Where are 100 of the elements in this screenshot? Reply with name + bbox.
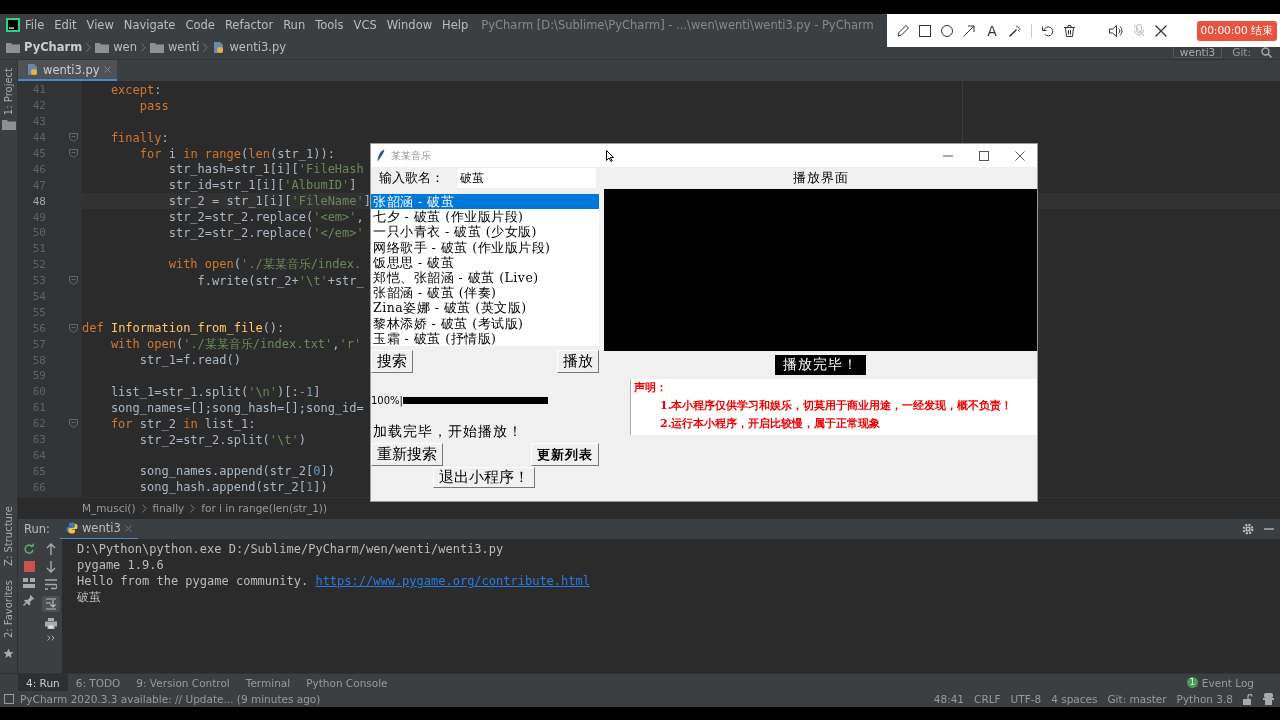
song-list-item[interactable]: 饭思思 - 破茧 bbox=[371, 254, 599, 270]
status-message[interactable]: PyCharm 2020.3.3 available: // Update... (9 minutes ago) bbox=[20, 693, 321, 705]
code-line: list_1=str_1.split('\n')[:-1] bbox=[109, 384, 321, 399]
menu-item[interactable]: Refactor bbox=[219, 17, 279, 32]
python-file-icon bbox=[26, 63, 39, 76]
code-line: song_hash.append(str_2[1]) bbox=[138, 480, 328, 495]
song-list-item[interactable]: 一只小青衣 - 破茧 (少女版) bbox=[371, 224, 599, 240]
chevron-icon bbox=[86, 42, 92, 52]
tool-window-tab[interactable]: Terminal bbox=[237, 673, 299, 692]
status-item[interactable]: Python 3.8 bbox=[1176, 693, 1233, 705]
breadcrumb[interactable]: M_musci() bbox=[82, 502, 136, 514]
song-list-item[interactable]: 七夕 - 破茧 (作业版片段) bbox=[371, 209, 599, 225]
menu-item[interactable]: VCS bbox=[348, 17, 382, 32]
rectangle-icon[interactable] bbox=[919, 24, 931, 37]
player-title: 播放界面 bbox=[791, 169, 850, 187]
chevron-icon bbox=[141, 503, 147, 513]
breadcrumb[interactable]: for i in range(len(str_1)) bbox=[201, 502, 328, 514]
print-icon[interactable] bbox=[45, 618, 57, 629]
speaker-icon[interactable] bbox=[1109, 24, 1123, 37]
status-item[interactable]: 4 spaces bbox=[1051, 693, 1098, 705]
tool-window-tab[interactable]: 1: Project bbox=[3, 68, 14, 116]
code-line: str_id=str_1[i]['AlbumID'] bbox=[167, 178, 357, 193]
feather-icon bbox=[377, 149, 385, 162]
code-line: str_1=f.read() bbox=[138, 353, 241, 368]
layout-icon[interactable] bbox=[23, 578, 35, 588]
code-line: song_names=[];song_hash=[];song_id= bbox=[109, 400, 364, 415]
path-crumb[interactable]: wenti bbox=[167, 40, 200, 54]
search-button[interactable]: 搜索 bbox=[371, 350, 413, 373]
stop-recording-button[interactable]: 00:00:00 结束 bbox=[1196, 20, 1277, 41]
code-line: with open('./某某音乐/index. bbox=[167, 256, 362, 274]
tool-window-tab[interactable]: Python Console bbox=[298, 673, 396, 692]
breadcrumb[interactable]: finally bbox=[152, 502, 185, 514]
search-again-button[interactable]: 重新搜索 bbox=[371, 443, 443, 466]
code-line: str_2=str_2.replace('<em>', bbox=[167, 210, 364, 225]
circle-icon[interactable] bbox=[941, 24, 953, 37]
tool-window-tab[interactable]: 9: Version Control bbox=[128, 673, 238, 692]
rerun-icon[interactable] bbox=[23, 543, 35, 555]
line-number: 48 bbox=[31, 194, 46, 208]
tool-window-tab[interactable]: 6: TODO bbox=[67, 673, 129, 692]
refresh-list-button[interactable]: 更新列表 bbox=[531, 443, 599, 466]
path-crumb[interactable]: PyCharm bbox=[24, 40, 83, 54]
menu-item[interactable]: File bbox=[20, 17, 50, 32]
trash-icon[interactable] bbox=[1064, 24, 1075, 37]
maximize-icon[interactable] bbox=[979, 150, 989, 161]
song-list-item[interactable]: Zina姿娜 - 破茧 (英文版) bbox=[371, 300, 599, 316]
status-item[interactable]: Git: master bbox=[1107, 693, 1167, 705]
folder-icon bbox=[6, 41, 20, 53]
console-line: pygame 1.9.6 bbox=[77, 557, 165, 573]
pin-icon[interactable] bbox=[23, 594, 35, 606]
arrow-icon[interactable] bbox=[963, 24, 975, 37]
app-logo-icon bbox=[6, 17, 20, 32]
magic-wand-icon[interactable] bbox=[1009, 24, 1021, 37]
tool-window-tab[interactable]: 2: Favorites bbox=[3, 579, 14, 638]
menu-item[interactable]: Navigate bbox=[118, 17, 181, 32]
quit-button[interactable]: 退出小程序！ bbox=[433, 467, 535, 488]
play-button[interactable]: 播放 bbox=[557, 350, 599, 373]
console-line: Hello from the pygame community. https://www.pygame.org/contribute.html bbox=[77, 573, 590, 589]
soft-wrap-icon[interactable] bbox=[45, 579, 57, 590]
pencil-icon[interactable] bbox=[897, 24, 909, 37]
star-icon bbox=[3, 648, 14, 659]
path-crumb[interactable]: wen bbox=[113, 40, 137, 54]
stop-icon[interactable] bbox=[23, 561, 35, 572]
event-log-button[interactable]: 1 Event Log bbox=[1180, 675, 1260, 690]
song-list-item[interactable]: 玉霜 - 破茧 (抒情版) bbox=[371, 330, 599, 346]
menu-item[interactable]: Run bbox=[278, 17, 311, 32]
undo-icon[interactable] bbox=[1042, 24, 1054, 37]
path-crumb[interactable]: wenti3.py bbox=[229, 40, 286, 54]
close-icon[interactable] bbox=[1155, 24, 1167, 37]
song-list-item[interactable]: 张韶涵 - 破茧 bbox=[371, 194, 599, 210]
code-line: str_hash=str_1[i]['FileHash bbox=[167, 162, 364, 177]
menu-item[interactable]: Help bbox=[437, 17, 474, 32]
file-tab[interactable]: wenti3.py bbox=[18, 60, 117, 81]
scroll-to-end-icon[interactable] bbox=[42, 596, 60, 612]
menu-item[interactable]: Window bbox=[381, 17, 438, 32]
song-name-field[interactable]: 破茧 bbox=[457, 168, 596, 188]
panel-toggle-icon[interactable] bbox=[4, 694, 14, 704]
status-item[interactable]: CRLF bbox=[974, 693, 1001, 705]
status-item[interactable]: UTF-8 bbox=[1010, 693, 1042, 705]
search-icon[interactable] bbox=[1261, 47, 1272, 58]
settings-icon[interactable] bbox=[1242, 523, 1254, 535]
tool-window-tab[interactable]: 4: Run bbox=[18, 673, 68, 692]
menu-item[interactable]: Tools bbox=[310, 17, 349, 32]
lock-icon[interactable] bbox=[1243, 693, 1253, 705]
menu-item[interactable]: View bbox=[81, 17, 119, 32]
menu-item[interactable]: Edit bbox=[49, 17, 82, 32]
song-list-item[interactable]: 黎林添娇 - 破茧 (考试版) bbox=[371, 315, 599, 331]
song-list-item[interactable]: 网络歌手 - 破茧 (作业版片段) bbox=[371, 239, 599, 255]
chevron-icon bbox=[190, 503, 196, 513]
song-list-item[interactable]: 张韶涵 - 破茧 (伴奏) bbox=[371, 285, 599, 301]
more-icon[interactable] bbox=[47, 635, 55, 641]
menu-item[interactable]: Code bbox=[180, 17, 220, 32]
tool-window-tab[interactable]: Z: Structure bbox=[3, 506, 14, 566]
song-list-item[interactable]: 郑恺、张韶涵 - 破茧 (Live) bbox=[371, 269, 599, 286]
close-icon[interactable] bbox=[1015, 150, 1025, 161]
python-file-icon bbox=[212, 40, 226, 54]
text-tool-button[interactable]: A bbox=[985, 22, 999, 39]
down-arrow-icon[interactable] bbox=[46, 561, 56, 573]
console-link[interactable]: https://www.pygame.org/contribute.html bbox=[315, 574, 590, 588]
status-item[interactable]: 48:41 bbox=[933, 693, 965, 705]
up-arrow-icon[interactable] bbox=[46, 543, 56, 555]
